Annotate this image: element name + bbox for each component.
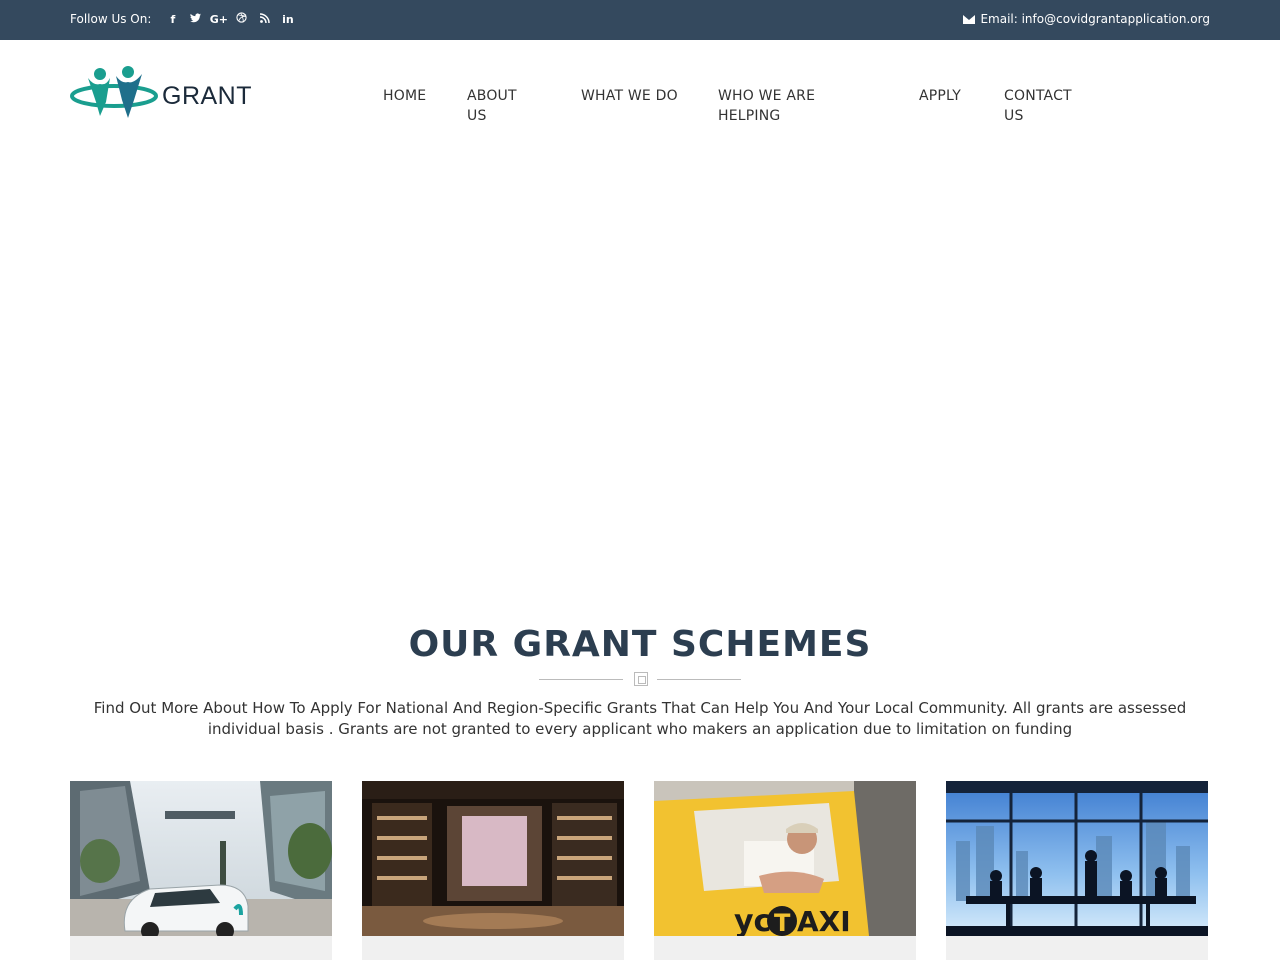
google-plus-icon[interactable]: G+ [207, 13, 230, 26]
linkedin-icon[interactable]: in [276, 13, 299, 26]
follow-label: Follow Us On: [70, 12, 152, 26]
twitter-icon[interactable] [184, 12, 207, 26]
email-text: Email: info@covidgrantapplication.org [980, 12, 1210, 26]
main-nav: HOME ABOUT US WHAT WE DO WHO WE ARE HELP… [0, 86, 1280, 136]
nav-contact-line1: CONTACT [1004, 88, 1072, 104]
title-divider [539, 672, 741, 686]
grant-card-4[interactable] [946, 781, 1208, 960]
grant-card-2[interactable] [362, 781, 624, 960]
nav-who-line2: HELPING [718, 108, 781, 124]
card-image-shoe-store [362, 781, 624, 936]
nav-about-us[interactable]: ABOUT US [467, 86, 517, 126]
social-links: f G+ in [161, 12, 299, 26]
section-title: OUR GRANT SCHEMES [408, 624, 872, 665]
grant-card-3[interactable]: yc T AXI [654, 781, 916, 960]
card-image-business-meeting [946, 781, 1208, 936]
card-image-taxi: yc T AXI [654, 781, 916, 936]
nav-apply[interactable]: APPLY [919, 86, 961, 106]
facebook-icon[interactable]: f [161, 13, 184, 26]
nav-who-line1: WHO WE ARE [718, 88, 816, 104]
card-image-self-driving-car [70, 781, 332, 936]
nav-contact-line2: US [1004, 108, 1024, 124]
top-bar: Follow Us On: f G+ in Email: info@covidg… [0, 0, 1280, 40]
rss-icon[interactable] [253, 12, 276, 26]
nav-what-we-do[interactable]: WHAT WE DO [581, 86, 678, 106]
nav-home[interactable]: HOME [383, 86, 426, 106]
svg-text:yc: yc [734, 904, 771, 936]
nav-contact-us[interactable]: CONTACT US [1004, 86, 1072, 126]
nav-about-line2: US [467, 108, 487, 124]
email-contact[interactable]: Email: info@covidgrantapplication.org [963, 12, 1210, 26]
envelope-icon [963, 14, 976, 24]
svg-text:T: T [774, 909, 791, 936]
svg-text:AXI: AXI [797, 905, 851, 936]
dribbble-icon[interactable] [230, 12, 253, 26]
grant-card-1[interactable] [70, 781, 332, 960]
divider-square-icon [634, 672, 648, 686]
nav-who-we-are-helping[interactable]: WHO WE ARE HELPING [718, 86, 815, 126]
follow-us: Follow Us On: f G+ in [70, 12, 299, 26]
nav-about-line1: ABOUT [467, 88, 517, 104]
section-description: Find Out More About How To Apply For Nat… [93, 699, 1187, 738]
